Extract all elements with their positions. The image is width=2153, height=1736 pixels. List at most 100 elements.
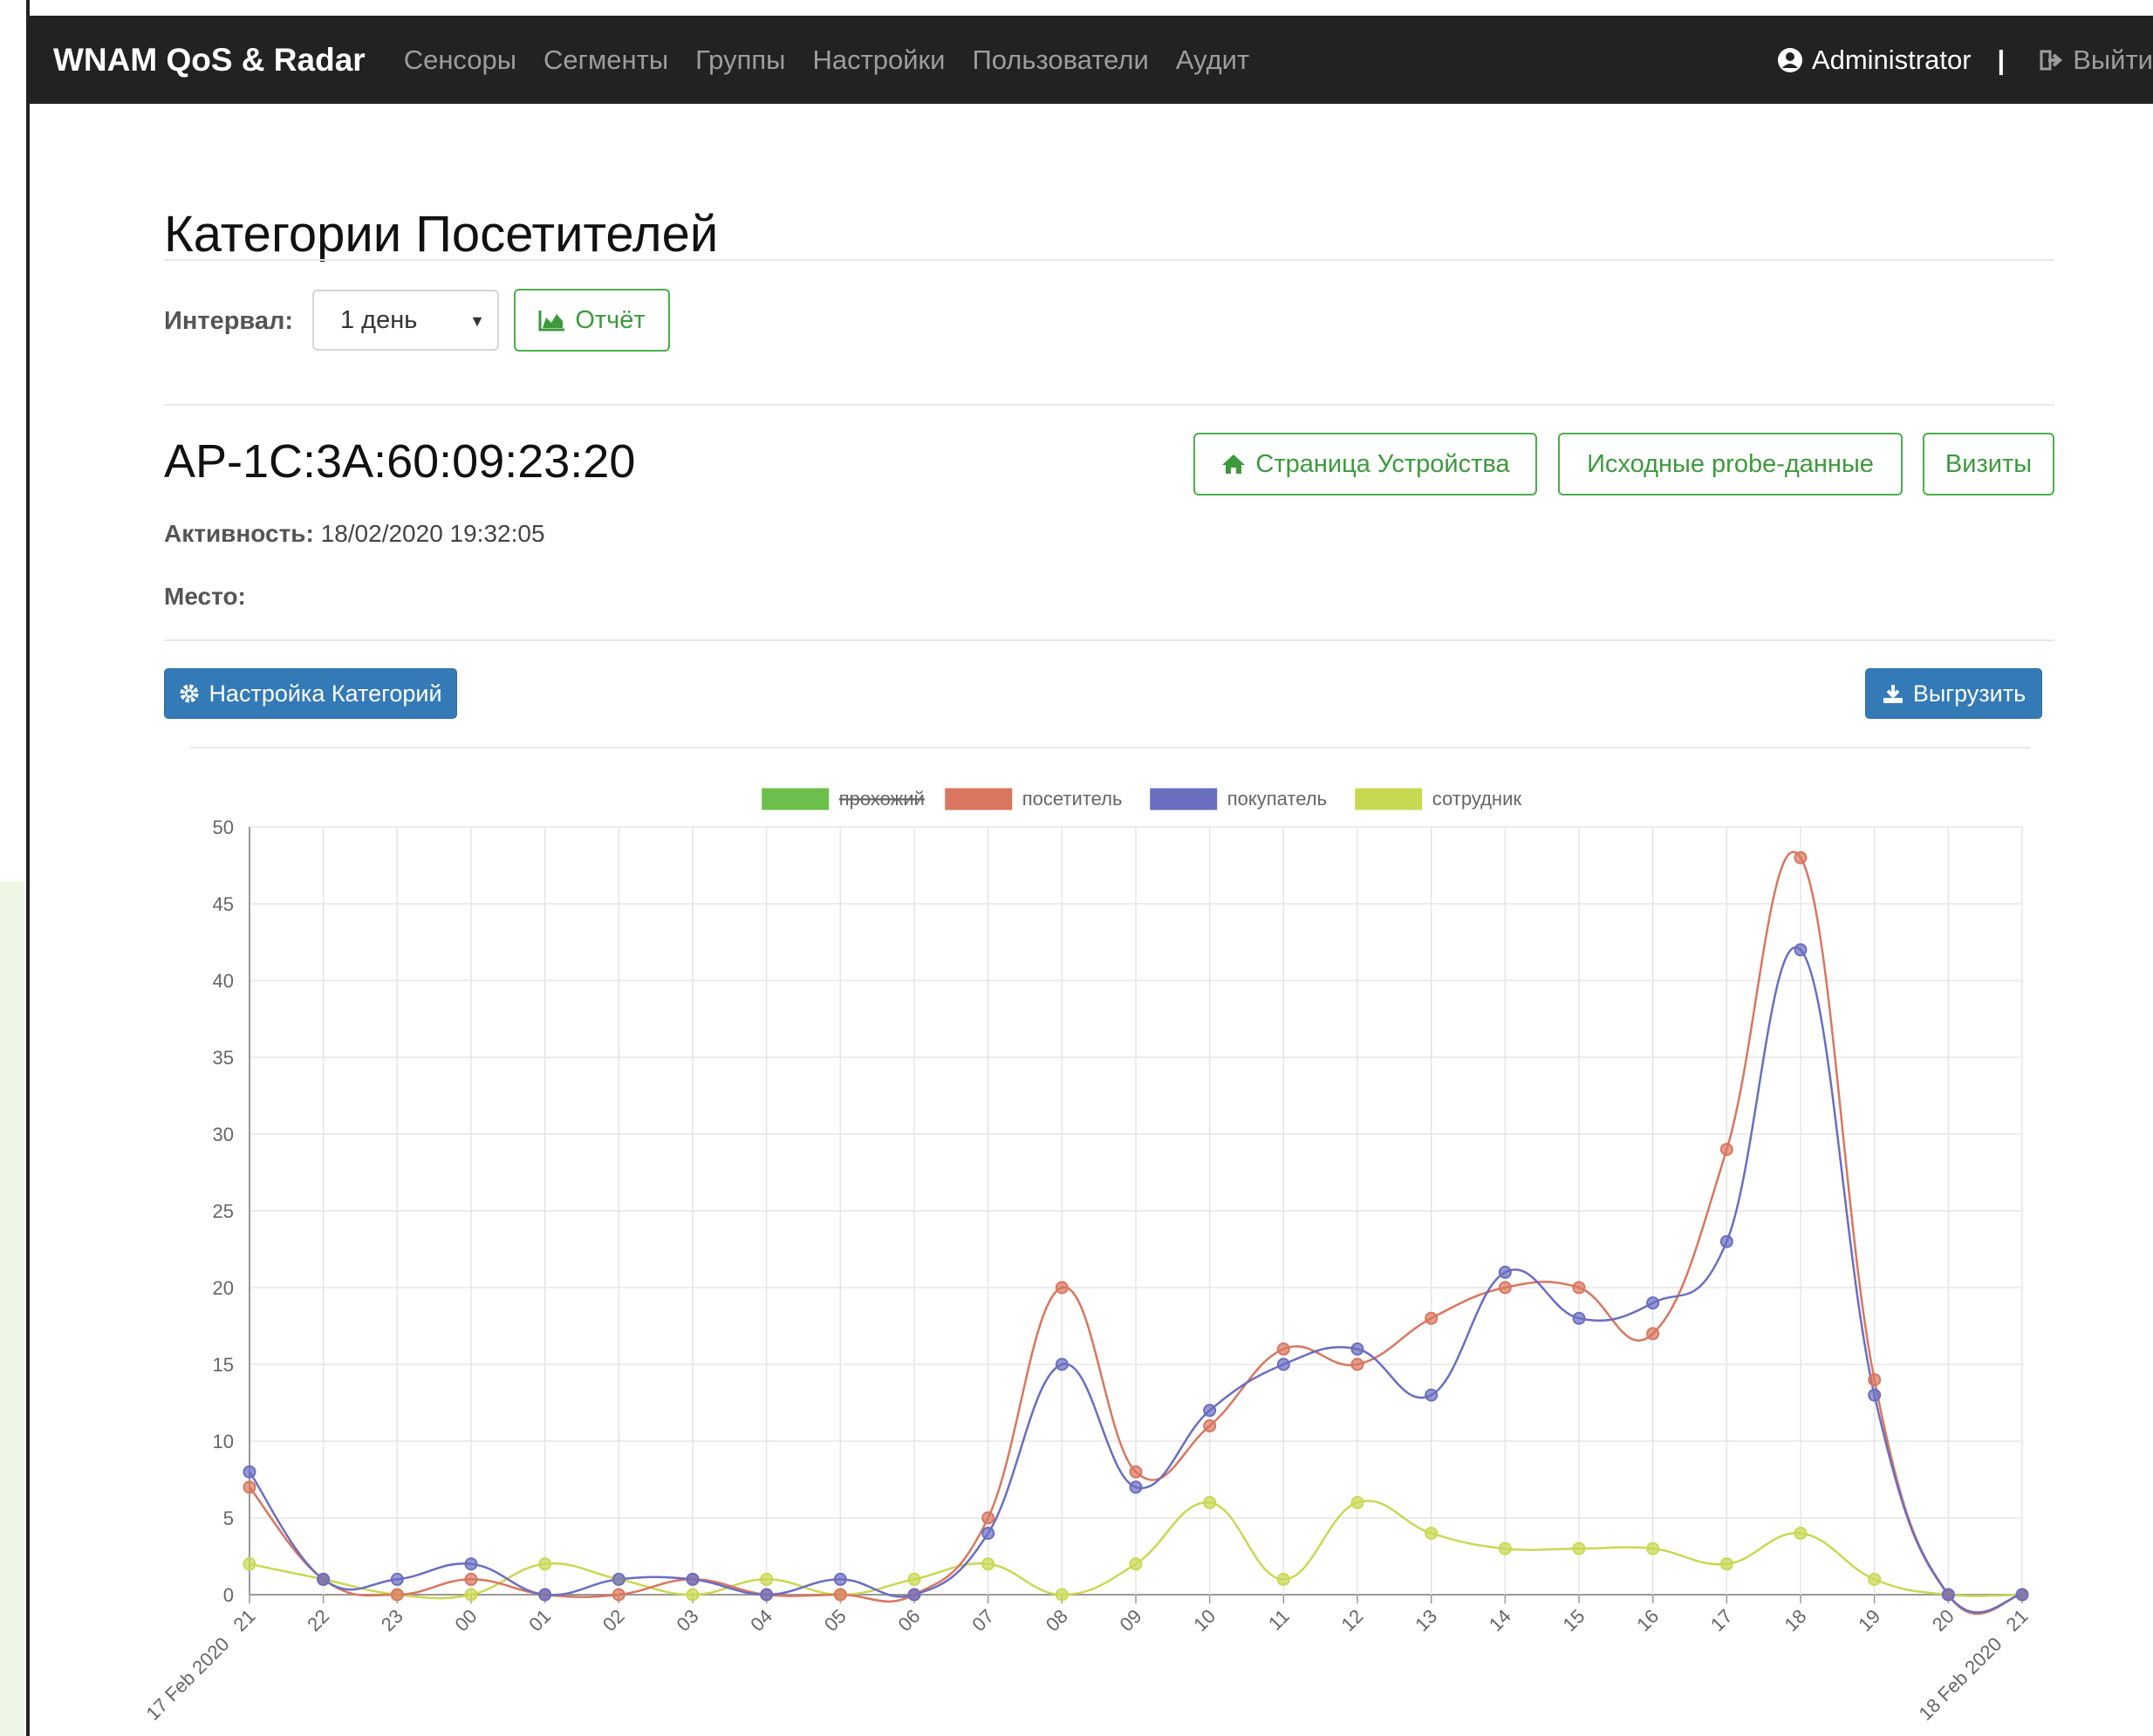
- categories-chart: 051015202530354045502117 Feb 202022 23 00 0…: [141, 788, 2032, 1725]
- data-point: [981, 1511, 995, 1525]
- data-point: [1055, 1281, 1069, 1295]
- x-tick-label: 04: [746, 1605, 776, 1636]
- legend-swatch: [1150, 788, 1218, 810]
- legend-swatch: [1355, 788, 1423, 810]
- data-point: [464, 1572, 478, 1586]
- data-point: [464, 1557, 478, 1571]
- data-point: [1498, 1281, 1512, 1295]
- data-point: [1129, 1557, 1143, 1571]
- data-point: [1425, 1311, 1439, 1325]
- x-tick-label: 03: [673, 1605, 703, 1636]
- y-tick-label: 35: [213, 1047, 234, 1069]
- x-tick-label: 08: [1042, 1605, 1072, 1636]
- data-point: [760, 1572, 774, 1586]
- data-point: [1572, 1311, 1586, 1325]
- legend-swatch: [945, 788, 1013, 810]
- data-point: [1941, 1588, 1955, 1602]
- data-point: [243, 1480, 256, 1494]
- x-tick-label: 07: [967, 1605, 998, 1636]
- x-tick-label: 12: [1337, 1605, 1368, 1636]
- y-tick-label: 45: [213, 893, 234, 915]
- data-point: [1794, 1527, 1808, 1541]
- x-tick-label: 14: [1485, 1605, 1515, 1636]
- data-point: [1350, 1357, 1364, 1371]
- data-point: [1276, 1572, 1290, 1586]
- x-date-label: 18 Feb 2020: [1914, 1633, 2006, 1725]
- data-point: [1572, 1281, 1586, 1295]
- x-tick-label: 16: [1632, 1605, 1663, 1636]
- data-point: [1425, 1388, 1439, 1402]
- data-point: [538, 1557, 552, 1571]
- data-point: [1055, 1357, 1069, 1371]
- data-point: [1868, 1373, 1882, 1387]
- x-tick-label: 10: [1189, 1605, 1220, 1636]
- x-tick-label: 22: [303, 1605, 333, 1636]
- y-tick-label: 25: [213, 1200, 234, 1222]
- data-point: [538, 1588, 552, 1602]
- x-tick-label: 11: [1264, 1605, 1294, 1635]
- data-point: [317, 1572, 331, 1586]
- x-tick-label: 01: [524, 1605, 555, 1636]
- data-point: [1055, 1588, 1069, 1602]
- data-point: [1719, 1143, 1733, 1157]
- data-point: [243, 1557, 256, 1571]
- data-point: [1203, 1495, 1217, 1509]
- y-tick-label: 0: [223, 1584, 234, 1606]
- data-point: [760, 1588, 774, 1602]
- x-tick-label: 06: [894, 1605, 925, 1636]
- x-tick-label: 05: [820, 1605, 851, 1636]
- x-tick-label: 17: [1706, 1605, 1737, 1636]
- data-point: [1498, 1265, 1512, 1279]
- y-tick-label: 30: [213, 1124, 234, 1145]
- y-tick-label: 20: [213, 1277, 234, 1299]
- data-point: [612, 1572, 625, 1586]
- data-point: [1646, 1541, 1660, 1555]
- data-point: [1868, 1388, 1882, 1402]
- data-point: [612, 1588, 625, 1602]
- data-point: [1350, 1342, 1364, 1356]
- data-point: [981, 1557, 995, 1571]
- data-point: [1276, 1357, 1290, 1371]
- data-point: [1498, 1541, 1512, 1555]
- legend-swatch: [762, 788, 830, 810]
- x-tick-label: 09: [1116, 1605, 1146, 1636]
- data-point: [1425, 1527, 1439, 1541]
- data-point: [1646, 1327, 1660, 1341]
- data-point: [907, 1572, 921, 1586]
- data-point: [686, 1588, 700, 1602]
- data-point: [833, 1572, 847, 1586]
- data-point: [1572, 1541, 1586, 1555]
- data-point: [1129, 1480, 1143, 1494]
- x-tick-label: 19: [1854, 1605, 1884, 1636]
- data-point: [390, 1588, 404, 1602]
- x-tick-label: 20: [1928, 1605, 1958, 1636]
- x-tick-label: 18: [1780, 1605, 1811, 1636]
- data-point: [1719, 1234, 1733, 1248]
- data-point: [1794, 943, 1808, 957]
- x-tick-label: 02: [598, 1605, 629, 1636]
- legend-label: сотрудник: [1432, 788, 1522, 810]
- data-point: [1719, 1557, 1733, 1571]
- legend-label: посетитель: [1022, 788, 1123, 810]
- y-tick-label: 10: [213, 1431, 234, 1452]
- data-point: [833, 1588, 847, 1602]
- data-point: [981, 1527, 995, 1541]
- y-tick-label: 15: [213, 1354, 234, 1376]
- y-tick-label: 40: [213, 970, 234, 992]
- data-point: [1203, 1404, 1217, 1418]
- data-point: [1350, 1495, 1364, 1509]
- x-tick-label: 21: [229, 1605, 260, 1636]
- data-point: [464, 1588, 478, 1602]
- y-tick-label: 50: [213, 817, 234, 838]
- data-point: [1129, 1465, 1143, 1479]
- data-point: [1276, 1342, 1290, 1356]
- x-tick-label: 13: [1411, 1605, 1441, 1636]
- data-point: [1794, 851, 1808, 865]
- x-tick-label: 23: [377, 1605, 407, 1636]
- data-point: [1868, 1572, 1882, 1586]
- data-point: [907, 1588, 921, 1602]
- x-tick-label: 15: [1559, 1605, 1589, 1636]
- legend-label: покупатель: [1227, 788, 1327, 810]
- x-date-label: 17 Feb 2020: [141, 1633, 233, 1725]
- data-point: [1203, 1418, 1217, 1432]
